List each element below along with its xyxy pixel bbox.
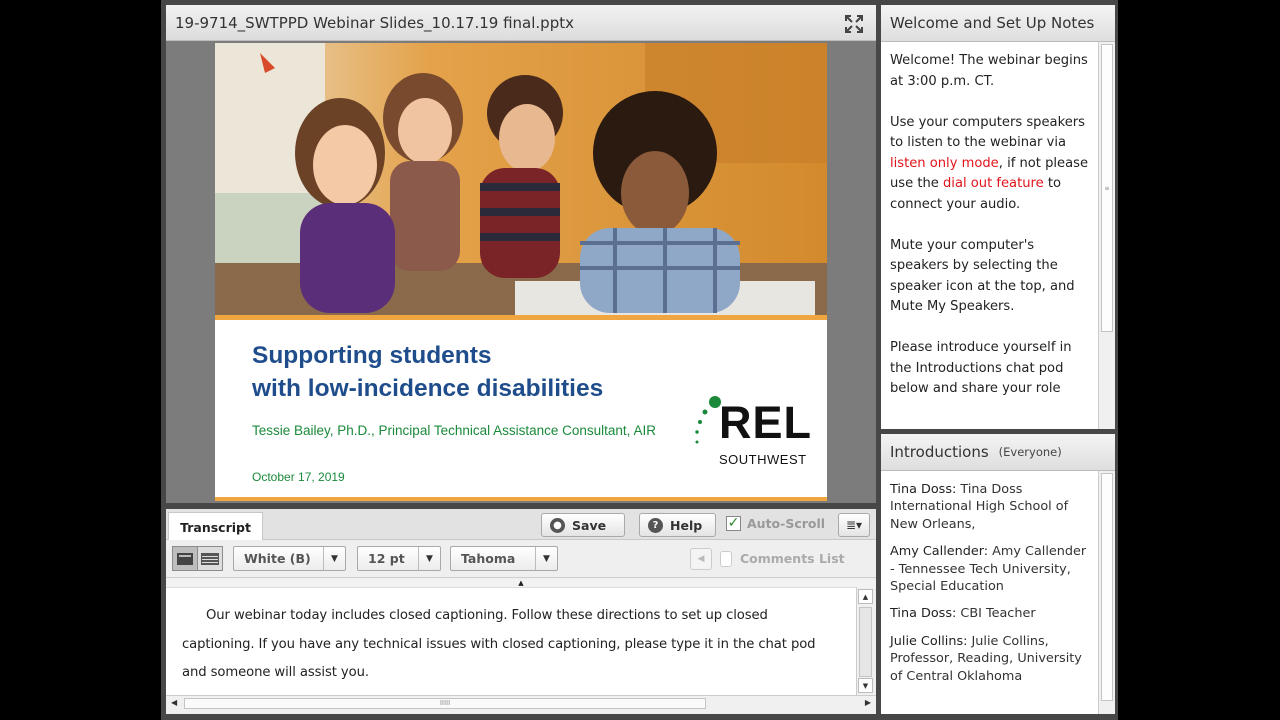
caption-pod: Transcript ● Save ? Help ✓ Auto-Scroll ≣…: [166, 509, 876, 714]
notes-scrollbar[interactable]: ≡: [1098, 42, 1115, 429]
notes-paragraph: Welcome! The webinar begins at 3:00 p.m.…: [890, 53, 1088, 89]
chat-messages: Tina Doss: Tina Doss International High …: [890, 481, 1093, 695]
notes-pod-title: Welcome and Set Up Notes: [890, 14, 1095, 32]
caption-horizontal-scrollbar[interactable]: ◀ IIIII ▶: [166, 695, 876, 711]
notes-paragraph: Use your computers speakers to listen to…: [890, 114, 1088, 212]
share-pod-header: 19-9714_SWTPPD Webinar Slides_10.17.19 f…: [166, 5, 876, 41]
panel-splitter[interactable]: ▲: [166, 579, 876, 587]
chat-pod-title: Introductions: [890, 443, 989, 461]
chevron-down-icon: ▼: [323, 547, 345, 570]
slide-photo-children-reading: [215, 43, 827, 315]
slide-title: Supporting students with low-incidence d…: [252, 342, 604, 402]
listen-only-mode-link[interactable]: listen only mode: [890, 156, 999, 171]
chat-pod-header: Introductions (Everyone): [881, 434, 1115, 471]
view-toggle[interactable]: [172, 546, 223, 571]
notes-pod: Welcome and Set Up Notes Welcome! The we…: [881, 5, 1115, 429]
chat-pod: Introductions (Everyone) Tina Doss: Tina…: [881, 434, 1115, 714]
notes-pod-header: Welcome and Set Up Notes: [881, 5, 1115, 42]
chat-message: Amy Callender: Amy Callender - Tennessee…: [890, 544, 1087, 595]
scroll-thumb[interactable]: [1101, 473, 1113, 701]
caption-font-select[interactable]: Tahoma ▼: [450, 546, 558, 571]
caption-color-select[interactable]: White (B) ▼: [233, 546, 346, 571]
chat-message: Tina Doss: CBI Teacher: [890, 606, 1036, 622]
chat-message: Julie Collins: Julie Collins, Professor,…: [890, 633, 1082, 684]
notes-paragraph: Mute your computer's speakers by selecti…: [890, 237, 1075, 315]
share-pod-title: 19-9714_SWTPPD Webinar Slides_10.17.19 f…: [175, 13, 574, 32]
rel-southwest-logo: REL SOUTHWEST: [693, 396, 818, 476]
caption-size-select[interactable]: 12 pt ▼: [357, 546, 441, 571]
slide-divider-stripe: [215, 315, 827, 320]
scroll-thumb[interactable]: ≡: [1101, 44, 1113, 332]
caption-vertical-scrollbar[interactable]: ▲ ▼: [856, 587, 874, 695]
scroll-thumb[interactable]: IIIII: [184, 698, 706, 709]
notes-content: Welcome! The webinar begins at 3:00 p.m.…: [890, 51, 1090, 420]
presentation-slide: Supporting students with low-incidence d…: [215, 43, 827, 501]
chevron-down-icon: ▼: [418, 547, 440, 570]
caption-tab-bar: Transcript ● Save ? Help ✓ Auto-Scroll ≣…: [166, 509, 876, 541]
pod-menu-button[interactable]: ≣▾: [838, 513, 870, 537]
autoscroll-toggle[interactable]: ✓ Auto-Scroll: [726, 516, 825, 531]
slide-bottom-stripe: [215, 497, 827, 501]
help-button[interactable]: ? Help: [639, 513, 716, 537]
comments-checkbox[interactable]: [720, 550, 732, 567]
comments-list-toggle[interactable]: ◀ Comments List: [690, 546, 845, 571]
caption-text-area: Our webinar today includes closed captio…: [166, 587, 856, 695]
record-icon: ●: [550, 517, 565, 533]
scroll-up-icon[interactable]: ▲: [858, 589, 873, 604]
slide-author: Tessie Bailey, Ph.D., Principal Technica…: [252, 423, 656, 438]
scroll-left-icon[interactable]: ◀: [171, 698, 177, 707]
dial-out-feature-link[interactable]: dial out feature: [943, 176, 1044, 191]
scroll-right-icon[interactable]: ▶: [865, 698, 871, 707]
collapse-left-icon[interactable]: ◀: [690, 547, 712, 570]
scroll-down-icon[interactable]: ▼: [858, 678, 873, 693]
chat-message: Tina Doss: Tina Doss International High …: [890, 482, 1069, 532]
question-icon: ?: [648, 517, 663, 533]
caption-text: Our webinar today includes closed captio…: [182, 608, 816, 680]
chat-audience: (Everyone): [998, 445, 1062, 459]
notes-paragraph: Please introduce yourself in the Introdu…: [890, 340, 1072, 396]
menu-icon: ≣▾: [845, 518, 863, 532]
autoscroll-checkbox[interactable]: ✓: [726, 516, 741, 531]
split-view-icon[interactable]: [198, 547, 222, 570]
save-button[interactable]: ● Save: [541, 513, 625, 537]
caption-toolbar: White (B) ▼ 12 pt ▼ Tahoma ▼ ◀ Comments …: [166, 540, 876, 578]
tab-transcript[interactable]: Transcript: [168, 512, 263, 541]
share-pod: 19-9714_SWTPPD Webinar Slides_10.17.19 f…: [166, 5, 876, 503]
single-view-icon[interactable]: [173, 547, 198, 570]
slide-date: October 17, 2019: [252, 470, 345, 484]
chevron-down-icon: ▼: [535, 547, 557, 570]
chat-scrollbar[interactable]: [1098, 471, 1115, 714]
scroll-thumb[interactable]: [859, 607, 872, 677]
fullscreen-icon[interactable]: [844, 14, 864, 34]
